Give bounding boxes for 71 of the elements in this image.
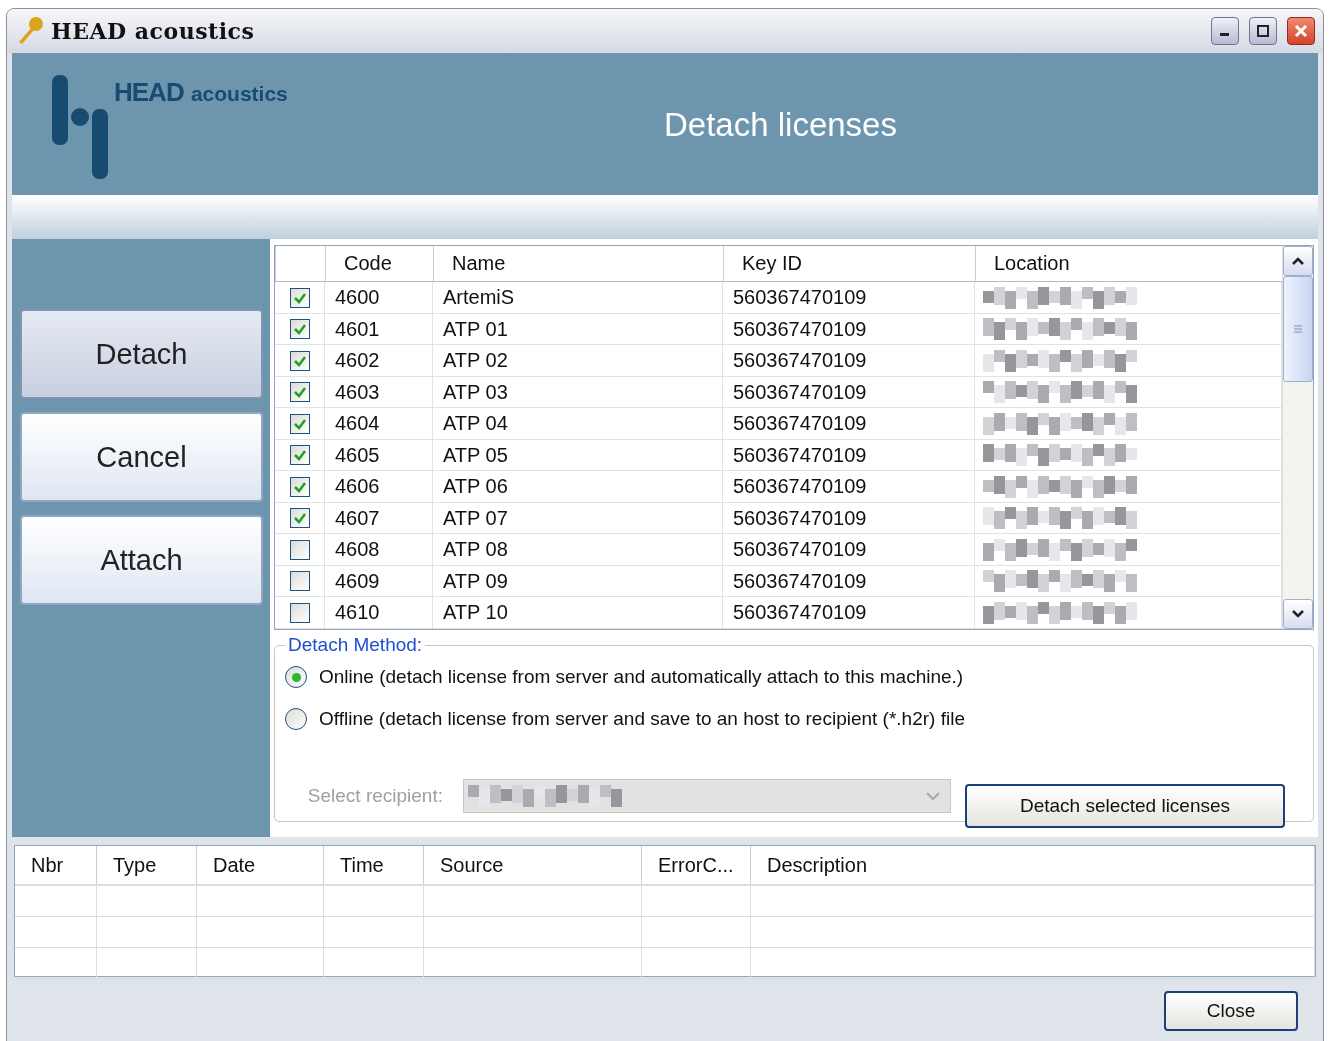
table-cell-text: 4608 xyxy=(334,538,380,562)
table-cell-text: 4605 xyxy=(334,443,380,467)
table-cell-text: ATP 10 xyxy=(442,601,508,625)
window-title: HEAD acoustics xyxy=(51,18,256,44)
column-header[interactable]: Description xyxy=(751,846,1315,884)
column-header[interactable]: Source xyxy=(424,846,642,884)
maximize-icon[interactable] xyxy=(1256,24,1270,38)
table-cell-text: ATP 09 xyxy=(442,569,508,593)
column-header[interactable]: Time xyxy=(324,846,424,884)
column-header[interactable]: Location xyxy=(976,252,1070,276)
nav-button[interactable]: Detach xyxy=(20,309,263,399)
radio-button[interactable] xyxy=(285,666,307,688)
table-cell-text: ArtemiS xyxy=(442,286,515,310)
table-cell-text: 4600 xyxy=(334,286,380,310)
column-header[interactable]: Type xyxy=(97,846,197,884)
table-cell-text: 4607 xyxy=(334,506,380,530)
option-label[interactable]: Offline (detach license from server and save to an host to recipient (*.h2r) file xyxy=(319,708,965,730)
table-cell-text: 560367470109 xyxy=(732,412,867,436)
table-cell-text: 560367470109 xyxy=(732,506,867,530)
table-cell-text: ATP 02 xyxy=(442,349,508,373)
close-icon[interactable] xyxy=(1294,24,1308,38)
table-cell-text: ATP 01 xyxy=(442,317,508,341)
option-label[interactable]: Online (detach license from server and automatically attach to this machine.) xyxy=(319,666,964,688)
table-cell-text: 560367470109 xyxy=(732,475,867,499)
table-cell-text: 560367470109 xyxy=(732,569,867,593)
nav-button[interactable]: Attach xyxy=(20,515,263,605)
table-cell-text: 560367470109 xyxy=(732,443,867,467)
chevron-up-icon[interactable] xyxy=(1291,256,1305,266)
table-cell-text: 4610 xyxy=(334,601,380,625)
table-cell-text: ATP 04 xyxy=(442,412,508,436)
column-header[interactable]: ErrorC... xyxy=(642,846,751,884)
table-cell-text: 4601 xyxy=(334,317,380,341)
table-cell-text: 4606 xyxy=(334,475,380,499)
checkbox[interactable] xyxy=(289,539,310,560)
table-cell-text: 560367470109 xyxy=(732,601,867,625)
page-title: Detach licenses xyxy=(664,106,897,144)
table-cell-text: ATP 03 xyxy=(442,380,508,404)
minimize-button[interactable] xyxy=(1211,17,1239,45)
table-cell-text: 560367470109 xyxy=(732,349,867,373)
scrollbar[interactable] xyxy=(1282,246,1313,629)
chevron-down-icon[interactable] xyxy=(1291,609,1305,619)
grip-icon[interactable] xyxy=(1293,324,1303,334)
column-header[interactable]: Name xyxy=(434,252,506,276)
nav-button[interactable]: Cancel xyxy=(20,412,263,502)
group-legend: Detach Method: xyxy=(285,634,426,656)
table-cell-text: 4602 xyxy=(334,349,380,373)
table-cell-text: 4604 xyxy=(334,412,380,436)
close-dialog-button[interactable]: Close xyxy=(1164,991,1298,1031)
table-cell-text: 4603 xyxy=(334,380,380,404)
column-header[interactable]: Date xyxy=(197,846,324,884)
column-header[interactable]: Code xyxy=(326,252,392,276)
table-cell-text: 560367470109 xyxy=(732,286,867,310)
column-header[interactable]: Nbr xyxy=(15,846,97,884)
table-cell-text: ATP 08 xyxy=(442,538,508,562)
table-cell-text: 560367470109 xyxy=(732,380,867,404)
table-cell-text: ATP 05 xyxy=(442,443,508,467)
radio-button[interactable] xyxy=(285,708,307,730)
table-cell-text: 560367470109 xyxy=(732,317,867,341)
logo-text: HEAD acoustics xyxy=(114,77,288,109)
table-cell-text: 4609 xyxy=(334,569,380,593)
table-cell-text: 560367470109 xyxy=(732,538,867,562)
logo-mark-icon xyxy=(50,75,110,179)
table-cell-text: ATP 07 xyxy=(442,506,508,530)
column-header[interactable]: Key ID xyxy=(724,252,803,276)
close-button[interactable] xyxy=(1287,17,1315,45)
table-cell-text: ATP 06 xyxy=(442,475,508,499)
detach-selected-button[interactable]: Detach selected licenses xyxy=(965,784,1285,828)
maximize-button[interactable] xyxy=(1249,17,1277,45)
checkbox[interactable] xyxy=(289,602,310,623)
field-label: Select recipient: xyxy=(306,785,444,807)
checkbox[interactable] xyxy=(289,571,310,592)
